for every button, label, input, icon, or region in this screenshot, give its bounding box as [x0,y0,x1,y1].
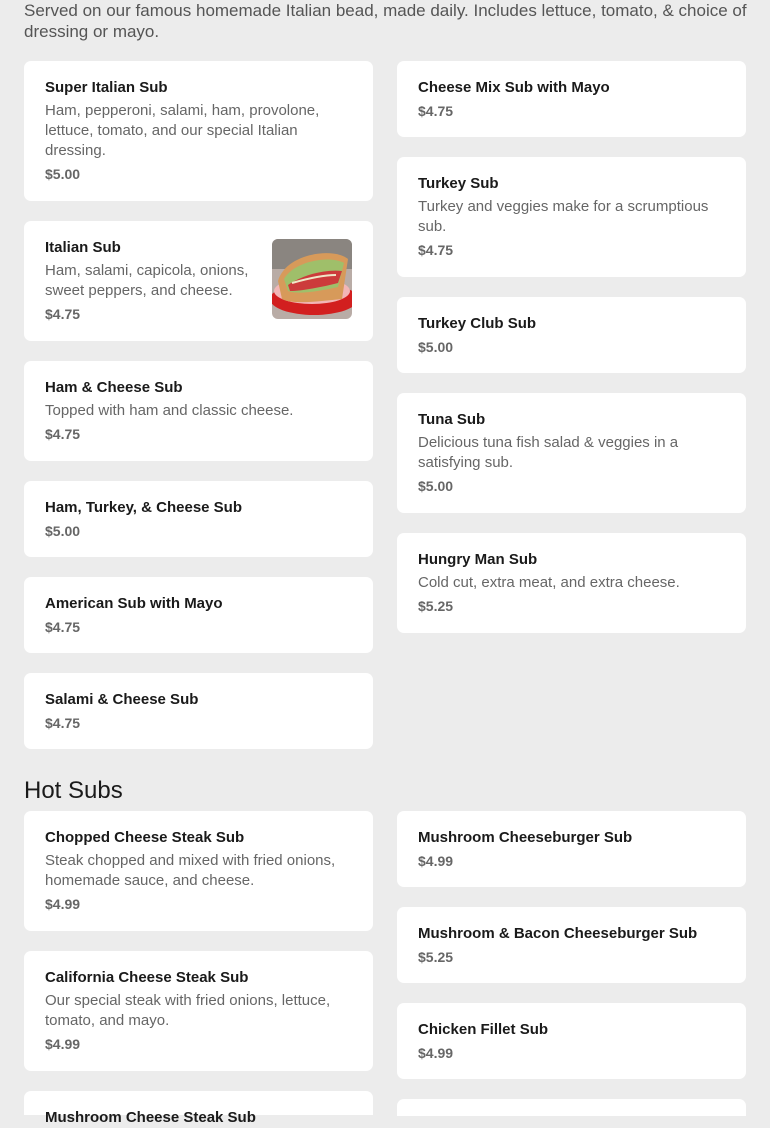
menu-item-price: $4.75 [418,103,454,119]
section-title-hot-subs: Hot Subs [24,777,123,804]
menu-item-card[interactable]: Mushroom Cheese Steak Sub [24,1091,373,1126]
menu-item-price: $4.99 [45,1036,81,1052]
menu-item-card[interactable]: Turkey Club Sub $5.00 [397,297,746,373]
menu-item-name: Tuna Sub [418,411,486,428]
menu-item-price: $4.75 [418,242,454,258]
menu-item-price: $5.00 [418,478,454,494]
menu-item-card[interactable]: Hungry Man Sub Cold cut, extra meat, and… [397,533,746,633]
menu-item-card[interactable]: American Sub with Mayo $4.75 [24,577,373,653]
menu-item-name: Salami & Cheese Sub [45,691,199,708]
menu-item-price: $4.75 [45,426,81,442]
menu-item-price: $4.99 [45,896,81,912]
menu-item-card[interactable]: Ham, Turkey, & Cheese Sub $5.00 [24,481,373,557]
menu-item-card[interactable]: Chicken Fillet Sub $4.99 [397,1003,746,1079]
menu-item-price: $5.25 [418,598,454,614]
menu-item-card[interactable] [397,1099,746,1116]
menu-item-description: Ham, salami, capicola, onions, sweet pep… [45,262,249,299]
menu-item-description: Delicious tuna fish salad & veggies in a… [418,434,679,471]
menu-item-card[interactable]: Salami & Cheese Sub $4.75 [24,673,373,749]
menu-item-name: Chicken Fillet Sub [418,1021,549,1038]
menu-item-card[interactable]: Mushroom & Bacon Cheeseburger Sub $5.25 [397,907,746,983]
menu-item-card[interactable]: Ham & Cheese Sub Topped with ham and cla… [24,361,373,461]
menu-item-name: Mushroom Cheese Steak Sub [45,1109,256,1126]
menu-item-name: Turkey Club Sub [418,315,537,332]
menu-item-name: Cheese Mix Sub with Mayo [418,79,610,96]
menu-item-name: Super Italian Sub [45,79,168,96]
menu-item-price: $4.99 [418,853,454,869]
menu-item-card[interactable]: Cheese Mix Sub with Mayo $4.75 [397,61,746,137]
menu-item-price: $4.75 [45,619,81,635]
sub-sandwich-image[interactable] [272,239,352,319]
menu-item-name: Mushroom & Bacon Cheeseburger Sub [418,925,698,942]
menu-item-price: $4.99 [418,1045,454,1061]
menu-item-name: Ham, Turkey, & Cheese Sub [45,499,243,516]
menu-item-card[interactable]: Super Italian Sub Ham, pepperoni, salami… [24,61,373,201]
menu-item-name: Turkey Sub [418,175,499,192]
menu-item-card[interactable]: Chopped Cheese Steak Sub Steak chopped a… [24,811,373,931]
menu-item-price: $4.75 [45,715,81,731]
menu-item-card[interactable]: California Cheese Steak Sub Our special … [24,951,373,1071]
menu-item-name: Ham & Cheese Sub [45,379,183,396]
menu-item-description: Steak chopped and mixed with fried onion… [45,852,336,889]
menu-item-description: Our special steak with fried onions, let… [45,992,331,1029]
menu-item-card[interactable]: Turkey Sub Turkey and veggies make for a… [397,157,746,277]
menu-item-name: American Sub with Mayo [45,595,223,612]
menu-item-price: $5.00 [45,166,81,182]
section-description: Served on our famous homemade Italian be… [24,1,747,41]
menu-item-name: Chopped Cheese Steak Sub [45,829,245,846]
menu-item-description: Topped with ham and classic cheese. [45,402,294,419]
menu-item-name: California Cheese Steak Sub [45,969,249,986]
menu-item-price: $5.00 [45,523,81,539]
menu-item-card[interactable]: Italian Sub Ham, salami, capicola, onion… [24,221,373,341]
menu-item-description: Turkey and veggies make for a scrumptiou… [418,198,709,235]
menu-item-name: Hungry Man Sub [418,551,538,568]
menu-item-name: Mushroom Cheeseburger Sub [418,829,633,846]
menu-item-description: Ham, pepperoni, salami, ham, provolone, … [45,102,320,159]
menu-item-price: $5.25 [418,949,454,965]
menu-item-card[interactable]: Tuna Sub Delicious tuna fish salad & veg… [397,393,746,513]
menu-item-description: Cold cut, extra meat, and extra cheese. [418,574,680,591]
menu-item-price: $5.00 [418,339,454,355]
menu-item-card[interactable]: Mushroom Cheeseburger Sub $4.99 [397,811,746,887]
